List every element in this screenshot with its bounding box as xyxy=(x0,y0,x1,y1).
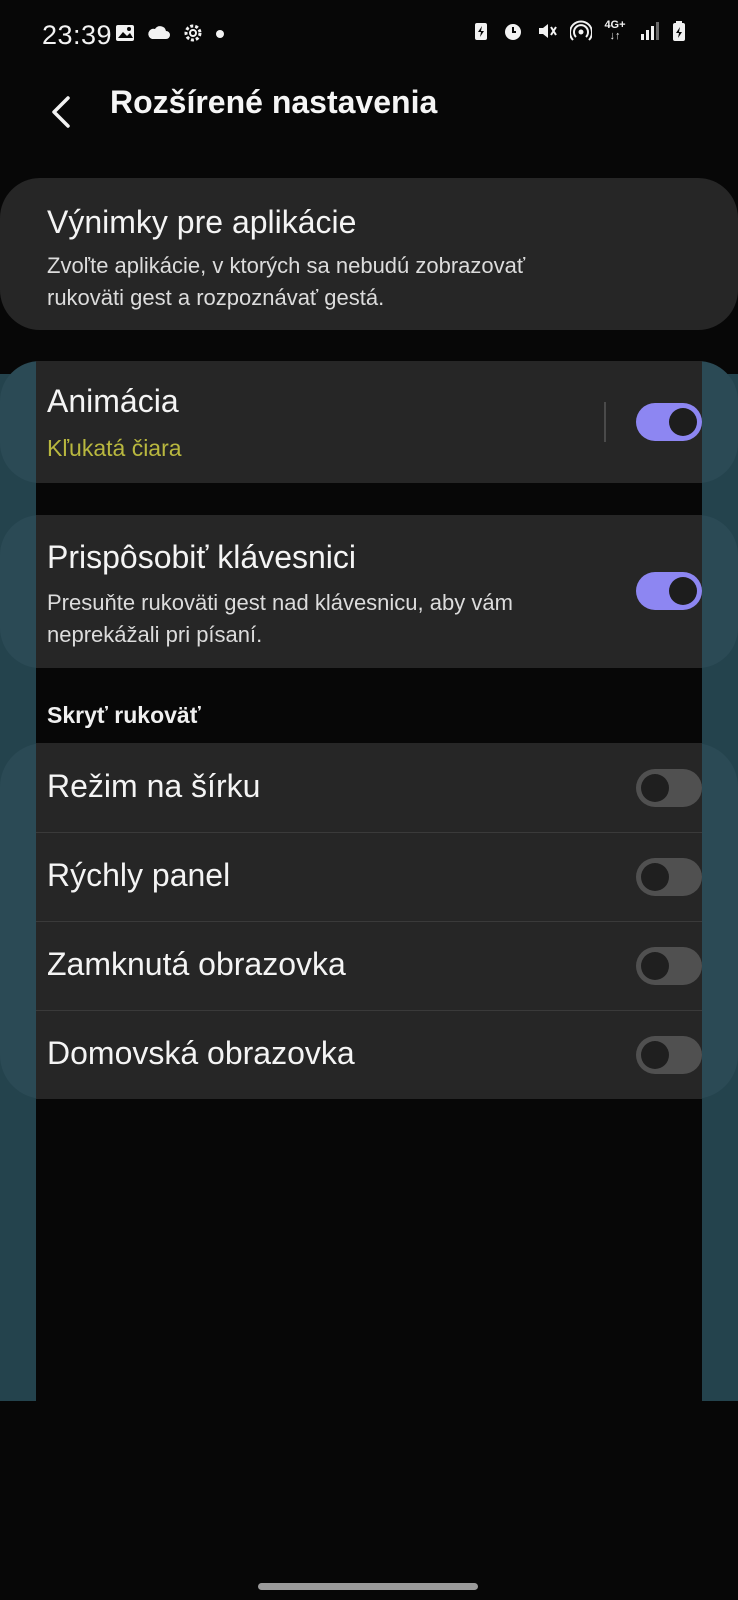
list-item-label: Zamknutá obrazovka xyxy=(47,946,346,982)
animation-title: Animácia xyxy=(47,383,179,419)
mute-icon xyxy=(539,24,557,38)
status-time: 23:39 xyxy=(42,20,113,50)
page-title: Rozšírené nastavenia xyxy=(110,84,438,120)
app-exceptions-card[interactable]: Výnimky pre aplikácie Zvoľte aplikácie, … xyxy=(0,178,738,330)
landscape-toggle[interactable] xyxy=(636,769,702,807)
signal-icon xyxy=(641,22,659,40)
back-button[interactable] xyxy=(36,82,86,142)
list-item-label: Režim na šírku xyxy=(47,768,261,804)
app-exceptions-title: Výnimky pre aplikácie xyxy=(47,204,357,240)
gear-icon xyxy=(184,24,202,42)
gesture-handle[interactable] xyxy=(258,1583,478,1590)
list-item-quick-panel[interactable]: Rýchly panel xyxy=(36,832,702,921)
network-4g-icon: 4G+ ↓↑ xyxy=(604,19,626,42)
keyboard-description: Presuňte rukoväti gest nad klávesnicu, a… xyxy=(47,590,513,647)
dot-icon xyxy=(216,30,224,38)
chevron-left-icon xyxy=(52,96,70,128)
keyboard-card: Prispôsobiť klávesnici Presuňte rukoväti… xyxy=(0,515,738,668)
toggle-knob xyxy=(641,952,669,980)
animation-toggle[interactable] xyxy=(636,403,702,441)
hotspot-icon xyxy=(570,20,592,41)
toggle-knob xyxy=(641,863,669,891)
quick-panel-toggle[interactable] xyxy=(636,858,702,896)
list-item-label: Domovská obrazovka xyxy=(47,1035,355,1071)
list-item-home-screen[interactable]: Domovská obrazovka xyxy=(36,1010,702,1099)
animation-value: Kľukatá čiara xyxy=(47,435,182,461)
list-item-landscape[interactable]: Režim na šírku xyxy=(36,743,702,832)
list-item-label: Rýchly panel xyxy=(47,857,231,893)
toggle-knob xyxy=(641,1041,669,1069)
toggle-knob xyxy=(669,408,697,436)
toggle-knob xyxy=(641,774,669,802)
image-icon xyxy=(116,25,134,41)
hide-handle-list: Režim na šírku Rýchly panel Zamknutá obr… xyxy=(36,743,702,1099)
keyboard-toggle[interactable] xyxy=(636,572,702,610)
home-screen-toggle[interactable] xyxy=(636,1036,702,1074)
status-left-icons xyxy=(114,22,226,44)
cloud-icon xyxy=(148,26,170,39)
hide-handle-card: Režim na šírku Rýchly panel Zamknutá obr… xyxy=(0,743,738,1099)
keyboard-title: Prispôsobiť klávesnici xyxy=(47,539,357,575)
app-exceptions-description: Zvoľte aplikácie, v ktorých sa nebudú zo… xyxy=(47,253,526,310)
list-item-lock-screen[interactable]: Zamknutá obrazovka xyxy=(36,921,702,1010)
app-bar: Rozšírené nastavenia xyxy=(0,72,738,172)
toggle-knob xyxy=(669,577,697,605)
alarm-icon xyxy=(505,24,521,40)
status-right-icons: 4G+ ↓↑ xyxy=(472,20,686,42)
battery-saver-icon xyxy=(475,23,487,40)
animation-card: Animácia Kľukatá čiara xyxy=(0,361,738,483)
battery-icon xyxy=(673,21,685,41)
section-title-hide-handle: Skryť rukoväť xyxy=(47,702,201,728)
animation-row[interactable]: Animácia Kľukatá čiara xyxy=(36,361,702,483)
row-divider xyxy=(604,402,606,442)
lock-screen-toggle[interactable] xyxy=(636,947,702,985)
status-bar: 23:39 4G+ ↓↑ xyxy=(0,0,738,72)
network-label: 4G+ xyxy=(604,19,626,31)
keyboard-row[interactable]: Prispôsobiť klávesnici Presuňte rukoväti… xyxy=(36,515,702,668)
